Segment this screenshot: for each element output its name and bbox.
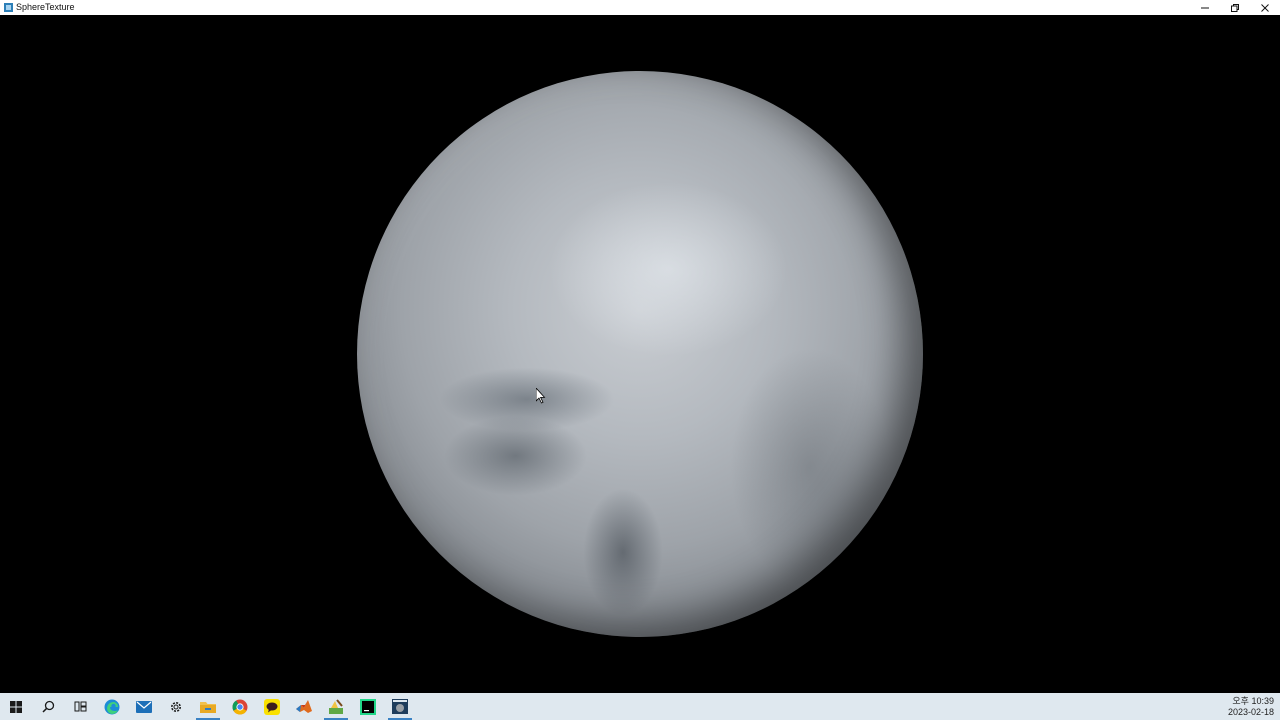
search-icon bbox=[41, 700, 54, 713]
kakaotalk-icon bbox=[264, 698, 280, 715]
task-view-button[interactable] bbox=[64, 693, 96, 720]
taskbar-file-explorer[interactable] bbox=[192, 693, 224, 720]
taskbar-mail[interactable] bbox=[128, 693, 160, 720]
minimize-icon bbox=[1201, 7, 1209, 8]
settings-gear-icon bbox=[171, 701, 181, 712]
task-view-icon bbox=[74, 701, 86, 712]
taskbar-settings[interactable] bbox=[160, 693, 192, 720]
matlab-icon bbox=[296, 699, 312, 713]
pycharm-icon bbox=[360, 698, 376, 715]
taskbar-pycharm[interactable] bbox=[352, 693, 384, 720]
taskbar-kakaotalk[interactable] bbox=[256, 693, 288, 720]
close-button[interactable] bbox=[1250, 0, 1280, 15]
system-clock[interactable]: 오후 10:39 2023-02-18 bbox=[1228, 693, 1274, 720]
paint-icon bbox=[329, 698, 343, 714]
textured-sphere[interactable] bbox=[357, 71, 923, 637]
close-icon bbox=[1261, 3, 1269, 12]
window-title: SphereTexture bbox=[16, 2, 75, 12]
edge-browser-icon bbox=[104, 699, 120, 714]
file-explorer-icon bbox=[200, 701, 216, 713]
render-viewport[interactable] bbox=[0, 15, 1280, 693]
restore-icon bbox=[1231, 3, 1239, 12]
mouse-cursor-icon bbox=[536, 388, 546, 404]
minimize-button[interactable] bbox=[1190, 0, 1220, 15]
taskbar-matlab[interactable] bbox=[288, 693, 320, 720]
clock-time: 오후 10:39 bbox=[1232, 695, 1274, 706]
search-button[interactable] bbox=[32, 693, 64, 720]
taskbar-paint[interactable] bbox=[320, 693, 352, 720]
taskbar-edge[interactable] bbox=[96, 693, 128, 720]
windows-start-icon bbox=[10, 700, 22, 713]
taskbar-chrome[interactable] bbox=[224, 693, 256, 720]
app-window-icon bbox=[3, 3, 13, 13]
taskbar-spheretexture[interactable] bbox=[384, 693, 416, 720]
chrome-icon bbox=[232, 699, 248, 715]
opengl-app-icon bbox=[392, 699, 408, 714]
window-title-bar[interactable]: SphereTexture bbox=[0, 0, 1280, 15]
taskbar: 오후 10:39 2023-02-18 bbox=[0, 693, 1280, 720]
mail-icon bbox=[136, 700, 152, 713]
restore-button[interactable] bbox=[1220, 0, 1250, 15]
start-button[interactable] bbox=[0, 693, 32, 720]
clock-date: 2023-02-18 bbox=[1227, 706, 1274, 717]
